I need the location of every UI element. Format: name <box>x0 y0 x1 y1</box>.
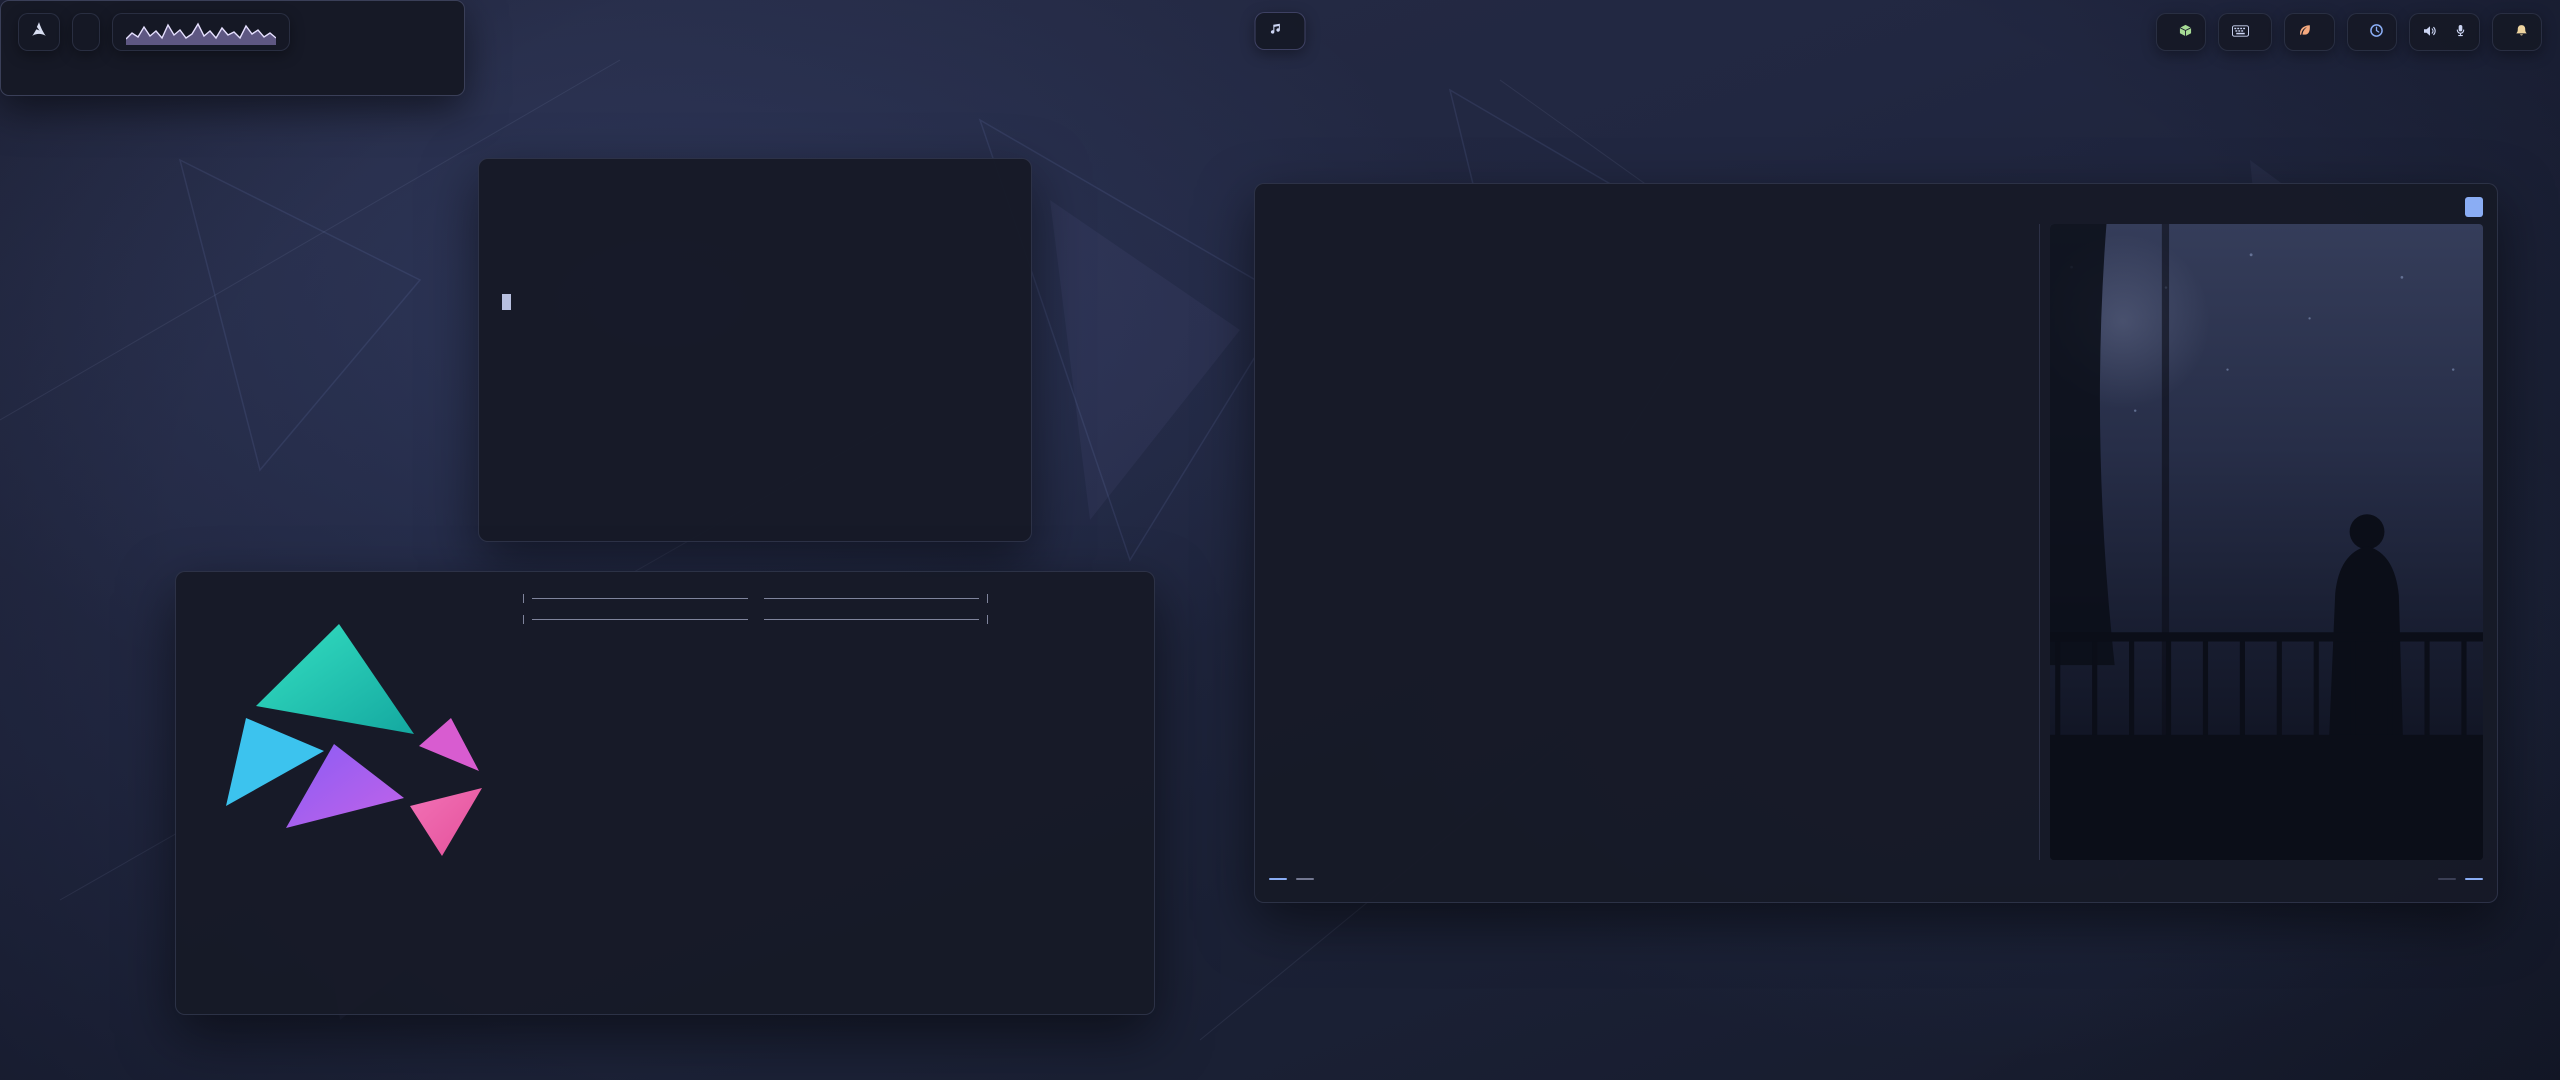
temperature-module[interactable] <box>2284 13 2335 51</box>
prompt-path-line <box>496 213 1014 233</box>
software-section-header <box>523 615 988 624</box>
prompt-input-line[interactable] <box>496 293 1014 313</box>
cursor-position-badge <box>2465 878 2483 880</box>
workspace-switcher <box>72 13 100 51</box>
volume-module[interactable] <box>2409 13 2480 51</box>
hardware-section-header <box>523 594 988 603</box>
terminal-window <box>478 158 1032 542</box>
tab-badge[interactable] <box>2465 197 2483 217</box>
terminal-command-line <box>496 173 1014 193</box>
top-bar <box>18 12 2542 52</box>
file-list-pane <box>1417 224 2029 860</box>
distro-crystal-logo <box>196 592 511 994</box>
music-player-module[interactable] <box>1255 12 1306 50</box>
mode-badge <box>1269 878 1287 880</box>
graph-icon <box>126 19 276 45</box>
keyboard-icon <box>2232 23 2249 41</box>
updates-module[interactable] <box>2156 13 2206 51</box>
fetch-window <box>175 571 1155 1015</box>
bell-icon <box>2515 23 2528 41</box>
clock-module[interactable] <box>2347 13 2397 51</box>
clock-icon <box>2370 23 2383 41</box>
leaf-icon <box>2298 23 2312 41</box>
status-bar <box>1269 866 2483 892</box>
file-size-badge <box>1296 878 1314 880</box>
notifications-module[interactable] <box>2492 13 2542 51</box>
arch-logo-icon <box>29 20 49 44</box>
speaker-icon <box>2423 23 2437 41</box>
file-manager-window <box>1254 183 2498 903</box>
parent-directory-pane <box>1269 224 1407 860</box>
preview-pane <box>2039 224 2483 860</box>
system-graph[interactable] <box>112 13 290 51</box>
prompt-path-line <box>496 273 1014 293</box>
launcher-button[interactable] <box>18 13 60 51</box>
keyboard-layout-module[interactable] <box>2218 13 2272 51</box>
text-cursor <box>502 294 511 310</box>
scroll-percent-badge <box>2438 878 2456 880</box>
terminal-command-line <box>496 233 1014 253</box>
image-preview <box>2050 224 2483 860</box>
music-note-icon <box>1269 22 1283 40</box>
package-icon <box>2179 23 2192 41</box>
microphone-icon <box>2455 23 2466 41</box>
desktop: { "colors":{"accent":"#8aadf4","green":"… <box>0 0 2560 1080</box>
